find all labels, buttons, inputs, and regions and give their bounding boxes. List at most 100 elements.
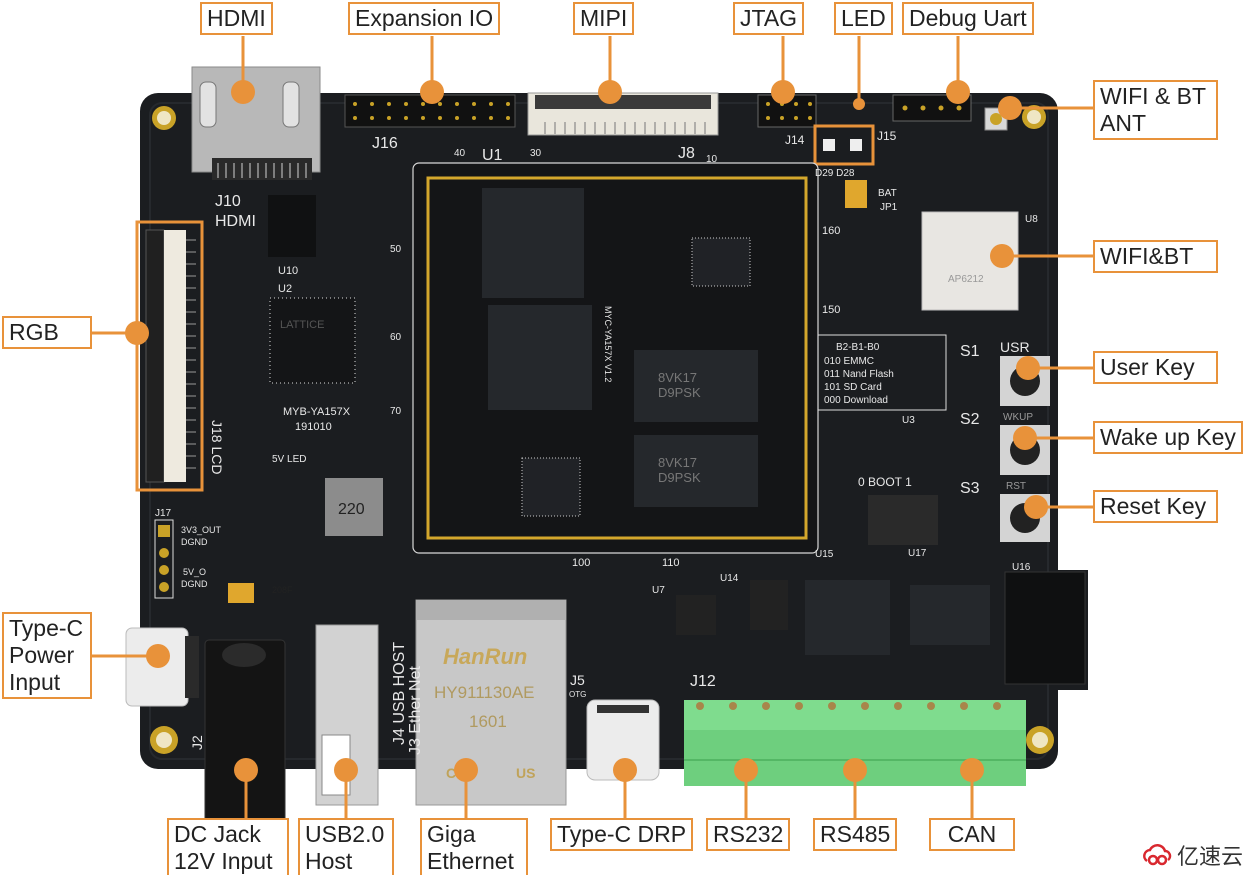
dot-usb-host (334, 758, 358, 782)
dot-rs485 (843, 758, 867, 782)
silk-boot: 0 BOOT 1 (858, 475, 912, 489)
label-usb-host: USB2.0 Host (298, 818, 394, 875)
watermark: 亿速云 (1143, 839, 1243, 871)
silk-j5: J5 (570, 672, 585, 688)
dot-user-key (1016, 356, 1040, 380)
silk-d29-d28: D29 D28 (815, 168, 855, 179)
label-jtag: JTAG (733, 2, 805, 35)
silk-j12: J12 (690, 673, 716, 690)
silk-u1: U1 (482, 147, 503, 164)
label-typec-power-line3: Input (9, 669, 61, 695)
dot-reset-key (1024, 495, 1048, 519)
silk-pin-150: 150 (822, 304, 840, 316)
silk-u3: U3 (902, 415, 915, 426)
silk-otg: OTG (569, 690, 586, 699)
label-giga-ethernet-line2: Ethernet (427, 848, 514, 874)
silk-u15: U15 (815, 549, 834, 560)
label-led: LED (834, 2, 893, 35)
boot-dip-switch (868, 495, 938, 545)
silk-board-date: 191010 (295, 421, 332, 433)
silk-5v-led: 5V LED (272, 454, 306, 465)
som-module (412, 162, 819, 554)
silk-pin-100: 100 (572, 557, 590, 569)
silk-u14: U14 (720, 573, 739, 584)
silk-j2: J2 (189, 735, 205, 750)
silk-pin-10: 10 (706, 154, 718, 165)
silk-wkup: WKUP (1003, 412, 1033, 423)
label-typec-power: Type-C Power Input (2, 612, 92, 699)
hdmi-connector (191, 66, 321, 180)
dot-mipi (598, 80, 622, 104)
label-typec-drp: Type-C DRP (550, 818, 694, 851)
label-typec-power-line2: Power (9, 642, 75, 668)
label-expansion-io: Expansion IO (348, 2, 501, 35)
dot-dc-jack (234, 758, 258, 782)
dot-debug-uart (946, 80, 970, 104)
silk-j8: J8 (678, 145, 695, 162)
silk-ram-1b: D9PSK (658, 385, 701, 400)
silk-s1: S1 (960, 343, 980, 360)
silk-usb-host: J4 USB HOST (391, 642, 408, 745)
dot-wifi-bt (990, 244, 1014, 268)
silk-j10: J10 (215, 193, 241, 210)
board-svg: J16 U1 J8 J14 J15 D29 D28 J10 HDMI U10 U… (92, 36, 1093, 823)
silk-pin-70: 70 (390, 406, 402, 417)
silk-inductor: 220 (338, 501, 365, 518)
dot-expansion-io (420, 80, 444, 104)
chip-u10 (268, 195, 316, 257)
silk-boot-1: 010 EMMC (824, 356, 874, 367)
silk-jp1: JP1 (880, 202, 898, 213)
label-wake-up-key: Wake up Key (1093, 421, 1243, 454)
hanrun-logo: HanRun (443, 644, 527, 669)
label-usb-host-line2: Host (305, 848, 353, 874)
dot-led (853, 98, 865, 110)
label-dc-jack-line2: 12V Input (174, 848, 273, 874)
silk-u10: U10 (278, 265, 298, 277)
silk-fuse: 208F (272, 585, 293, 595)
chip-u14 (750, 580, 788, 630)
label-rs485: RS485 (813, 818, 898, 851)
silk-pin-30: 30 (530, 148, 542, 159)
chip-stm32 (488, 305, 592, 410)
label-usb-host-line1: USB2.0 (305, 821, 385, 847)
silk-rst: RST (1006, 481, 1026, 492)
label-reset-key: Reset Key (1093, 490, 1218, 523)
eth-part-number: HY911130AE (434, 683, 535, 702)
silk-pin-50: 50 (390, 244, 402, 255)
silk-lcd: J18 LCD (209, 420, 225, 474)
silk-j16: J16 (372, 135, 398, 152)
dot-can (960, 758, 984, 782)
dot-hdmi (231, 80, 255, 104)
silk-s2: S2 (960, 411, 980, 428)
label-rs232: RS232 (706, 818, 791, 851)
silk-pin-60: 60 (390, 332, 402, 343)
label-wifi-bt-ant: WIFI & BT ANT (1093, 80, 1218, 140)
silk-bat: BAT (878, 188, 897, 199)
silk-lattice: LATTICE (280, 319, 324, 331)
chip-u16 (1004, 571, 1086, 685)
chip-u15 (805, 580, 890, 655)
dot-typec-power (146, 644, 170, 668)
watermark-text: 亿速云 (1176, 845, 1243, 870)
silk-boot-2: 011 Nand Flash (824, 369, 894, 380)
board-diagram: J16 U1 J8 J14 J15 D29 D28 J10 HDMI U10 U… (0, 0, 1251, 875)
label-rgb: RGB (2, 316, 92, 349)
silk-ram-1a: 8VK17 (658, 370, 697, 385)
silk-dgnd-2: DGND (181, 579, 208, 589)
tantalum-cap (228, 583, 254, 603)
label-mipi: MIPI (573, 2, 635, 35)
silk-boot-header: B2-B1-B0 (836, 342, 880, 353)
silk-wifi-module: AP6212 (948, 274, 984, 285)
label-user-key: User Key (1093, 351, 1218, 384)
silk-pin-160: 160 (822, 225, 840, 237)
silk-j17: J17 (155, 508, 172, 519)
silk-usr: USR (1000, 339, 1030, 355)
silk-ram-2a: 8VK17 (658, 455, 697, 470)
chip-emmc (482, 188, 584, 298)
silk-hdmi: HDMI (215, 213, 256, 230)
ul-us: US (516, 765, 535, 781)
silk-dgnd-1: DGND (181, 537, 208, 547)
mipi-connector (527, 92, 719, 136)
chip-lattice (269, 297, 356, 384)
ethernet-connector (415, 599, 567, 806)
